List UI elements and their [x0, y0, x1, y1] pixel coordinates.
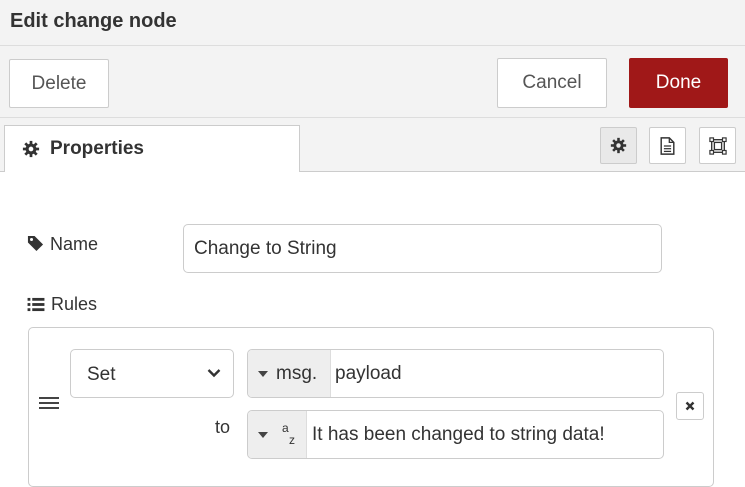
cancel-button[interactable]: Cancel — [497, 58, 607, 108]
rule-property-input[interactable]: msg. payload — [247, 349, 664, 398]
properties-panel: Name Rules Set — [0, 172, 745, 487]
value-type-button[interactable]: a z — [248, 411, 307, 458]
remove-rule-button[interactable] — [676, 392, 704, 420]
svg-text:a: a — [282, 421, 289, 435]
rule-value-input[interactable]: a z It has been changed to string data! — [247, 410, 664, 459]
rule-action-value: Set — [87, 364, 116, 385]
caret-down-icon — [258, 432, 268, 438]
close-icon — [685, 401, 695, 411]
rules-row-label: Rules — [27, 294, 97, 315]
dialog-title: Edit change node — [10, 10, 177, 32]
tag-icon — [27, 235, 44, 252]
gear-icon — [22, 140, 40, 158]
delete-button[interactable]: Delete — [9, 59, 109, 108]
property-value: payload — [335, 363, 402, 384]
caret-down-icon — [258, 371, 268, 377]
to-label: to — [215, 417, 231, 437]
name-row-label: Name — [27, 234, 98, 255]
rules-label-text: Rules — [51, 294, 98, 314]
dialog-titlebar: Edit change node — [0, 0, 745, 46]
document-icon — [660, 137, 675, 155]
gear-icon — [610, 137, 627, 154]
tab-bar: Properties — [0, 118, 745, 173]
rules-list: Set msg. payload to a z It has been chan… — [28, 327, 714, 487]
svg-text:z: z — [289, 433, 295, 447]
frame-icon — [709, 137, 727, 155]
dialog-toolbar: Delete Cancel Done — [0, 46, 745, 118]
property-type-button[interactable]: msg. — [248, 350, 331, 397]
string-az-icon: a z — [282, 421, 295, 447]
property-type-label: msg. — [276, 363, 318, 384]
name-input[interactable] — [183, 224, 662, 273]
rule-action-select[interactable]: Set — [70, 349, 234, 398]
drag-handle-icon[interactable] — [39, 396, 59, 410]
done-button[interactable]: Done — [629, 58, 728, 108]
settings-tab-button[interactable] — [600, 127, 637, 164]
name-label-text: Name — [50, 234, 99, 254]
tab-properties-label: Properties — [50, 138, 144, 159]
value-text: It has been changed to string data! — [312, 424, 605, 445]
chevron-down-icon — [207, 369, 221, 378]
list-icon — [27, 297, 45, 312]
description-tab-button[interactable] — [649, 127, 686, 164]
tab-properties[interactable]: Properties — [4, 125, 300, 173]
appearance-tab-button[interactable] — [699, 127, 736, 164]
